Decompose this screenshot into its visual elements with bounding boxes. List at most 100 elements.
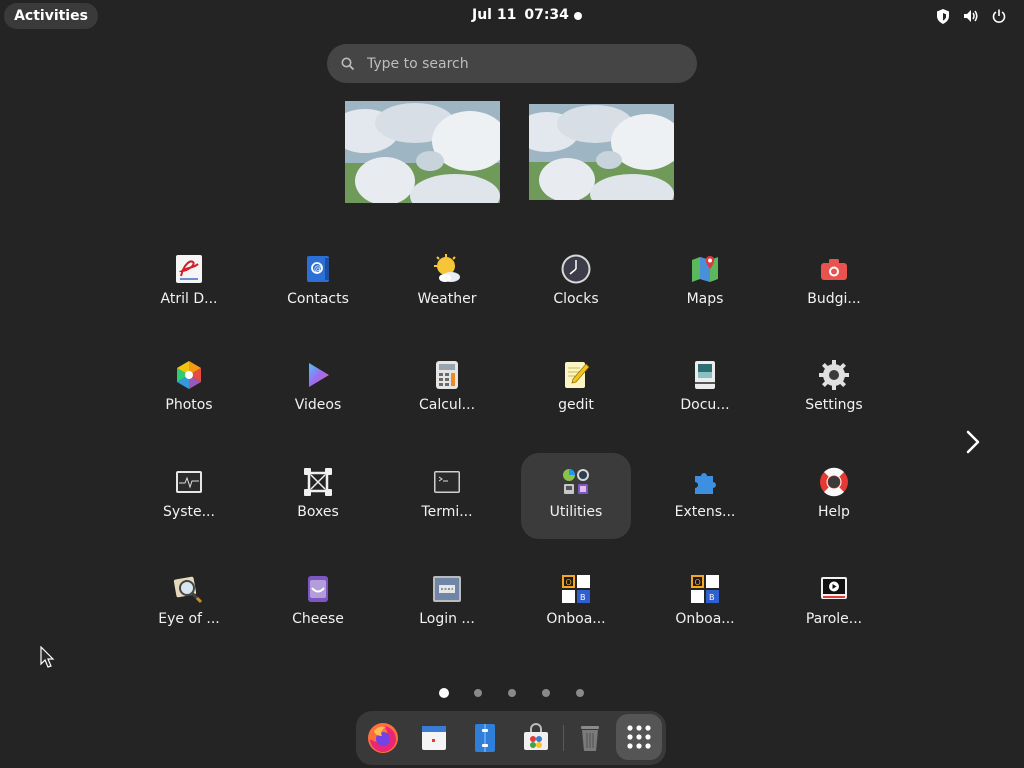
app-utilities-folder[interactable]: Utilities	[521, 453, 631, 539]
shield-icon[interactable]	[934, 7, 952, 25]
page-dot-3[interactable]	[508, 689, 516, 697]
workspace-thumbnail-1[interactable]	[345, 101, 500, 203]
app-boxes[interactable]: Boxes	[263, 453, 373, 539]
app-label: Calcul...	[418, 397, 476, 413]
svg-text:O: O	[566, 578, 572, 587]
app-gedit[interactable]: gedit	[521, 346, 631, 432]
software-store-icon[interactable]	[517, 719, 555, 757]
terminal-icon	[430, 465, 464, 499]
videos-icon	[301, 358, 335, 392]
app-label: Syste...	[163, 504, 215, 520]
dock	[356, 711, 666, 765]
app-label: Contacts	[287, 291, 349, 307]
activities-button[interactable]: Activities	[4, 3, 98, 29]
app-videos[interactable]: Videos	[263, 346, 373, 432]
parole-media-player-icon	[817, 572, 851, 606]
app-label: Weather	[417, 291, 477, 307]
login-window-icon	[430, 572, 464, 606]
utilities-folder-icon	[559, 465, 593, 499]
budgie-screenshot-icon	[817, 252, 851, 286]
app-onboard[interactable]: OB Onboa...	[521, 560, 631, 646]
trash-icon[interactable]	[571, 719, 609, 757]
app-label: Help	[818, 504, 850, 520]
app-calculator[interactable]: Calcul...	[392, 346, 502, 432]
app-label: Videos	[294, 397, 342, 413]
app-photos[interactable]: Photos	[134, 346, 244, 432]
calculator-icon	[430, 358, 464, 392]
maps-icon	[688, 252, 722, 286]
app-onboard-settings[interactable]: OB Onboa...	[650, 560, 760, 646]
settings-gear-icon	[817, 358, 851, 392]
help-lifebuoy-icon	[817, 465, 851, 499]
app-atril[interactable]: Atril D...	[134, 240, 244, 326]
system-monitor-icon	[172, 465, 206, 499]
app-label: Parole...	[805, 611, 863, 627]
app-label: Maps	[686, 291, 724, 307]
app-extensions[interactable]: Extens...	[650, 453, 760, 539]
contacts-icon: @	[301, 252, 335, 286]
dock-separator	[563, 725, 564, 751]
clock-date: Jul 11	[472, 7, 517, 23]
show-apps-button[interactable]	[616, 714, 662, 760]
page-dot-1[interactable]	[439, 688, 449, 698]
app-login-window[interactable]: Login ...	[392, 560, 502, 646]
document-scanner-icon	[688, 358, 722, 392]
app-label: Login ...	[419, 611, 475, 627]
photos-icon	[172, 358, 206, 392]
page-dot-2[interactable]	[474, 689, 482, 697]
svg-text:B: B	[709, 593, 715, 602]
show-apps-grid-icon	[627, 725, 651, 749]
app-settings[interactable]: Settings	[779, 346, 889, 432]
clock-button[interactable]: Jul 11 07:34	[472, 7, 569, 23]
app-label: Settings	[805, 397, 863, 413]
page-dot-5[interactable]	[576, 689, 584, 697]
app-label: Cheese	[292, 611, 344, 627]
app-help[interactable]: Help	[779, 453, 889, 539]
calendar-icon[interactable]	[415, 719, 453, 757]
search-icon	[340, 56, 356, 72]
clocks-icon	[559, 252, 593, 286]
app-terminal[interactable]: Termi...	[392, 453, 502, 539]
app-label: Budgi...	[807, 291, 861, 307]
atril-document-viewer-icon	[172, 252, 206, 286]
eye-of-gnome-icon	[172, 572, 206, 606]
app-parole[interactable]: Parole...	[779, 560, 889, 646]
app-label: Clocks	[553, 291, 599, 307]
workspace-thumbnail-2[interactable]	[529, 104, 674, 200]
volume-icon[interactable]	[962, 7, 980, 25]
svg-text:@: @	[314, 264, 322, 273]
app-label: Onboa...	[546, 611, 606, 627]
firefox-icon[interactable]	[364, 719, 402, 757]
svg-text:B: B	[580, 593, 586, 602]
page-dot-4[interactable]	[542, 689, 550, 697]
search-box[interactable]	[327, 44, 697, 83]
extensions-puzzle-icon	[688, 465, 722, 499]
gedit-icon	[559, 358, 593, 392]
app-contacts[interactable]: @ Contacts	[263, 240, 373, 326]
app-system-monitor[interactable]: Syste...	[134, 453, 244, 539]
app-label: gedit	[558, 397, 594, 413]
notification-dot-icon	[574, 12, 582, 20]
weather-icon	[430, 252, 464, 286]
clock-time: 07:34	[524, 7, 569, 23]
app-label: Photos	[165, 397, 213, 413]
app-label: Atril D...	[160, 291, 218, 307]
app-label: Utilities	[549, 504, 603, 520]
app-label: Extens...	[674, 504, 736, 520]
mouse-cursor-icon	[40, 645, 56, 674]
app-document-scanner[interactable]: Docu...	[650, 346, 760, 432]
app-maps[interactable]: Maps	[650, 240, 760, 326]
search-input[interactable]	[367, 44, 677, 83]
app-clocks[interactable]: Clocks	[521, 240, 631, 326]
files-icon[interactable]	[466, 719, 504, 757]
onboard-settings-icon: OB	[688, 572, 722, 606]
onboard-keyboard-icon: OB	[559, 572, 593, 606]
app-label: Onboa...	[675, 611, 735, 627]
app-cheese[interactable]: Cheese	[263, 560, 373, 646]
app-weather[interactable]: Weather	[392, 240, 502, 326]
power-icon[interactable]	[990, 7, 1008, 25]
app-eye-of-gnome[interactable]: Eye of ...	[134, 560, 244, 646]
app-label: Eye of ...	[158, 611, 220, 627]
next-page-chevron-icon[interactable]	[960, 428, 986, 456]
app-budgie-screenshot[interactable]: Budgi...	[779, 240, 889, 326]
